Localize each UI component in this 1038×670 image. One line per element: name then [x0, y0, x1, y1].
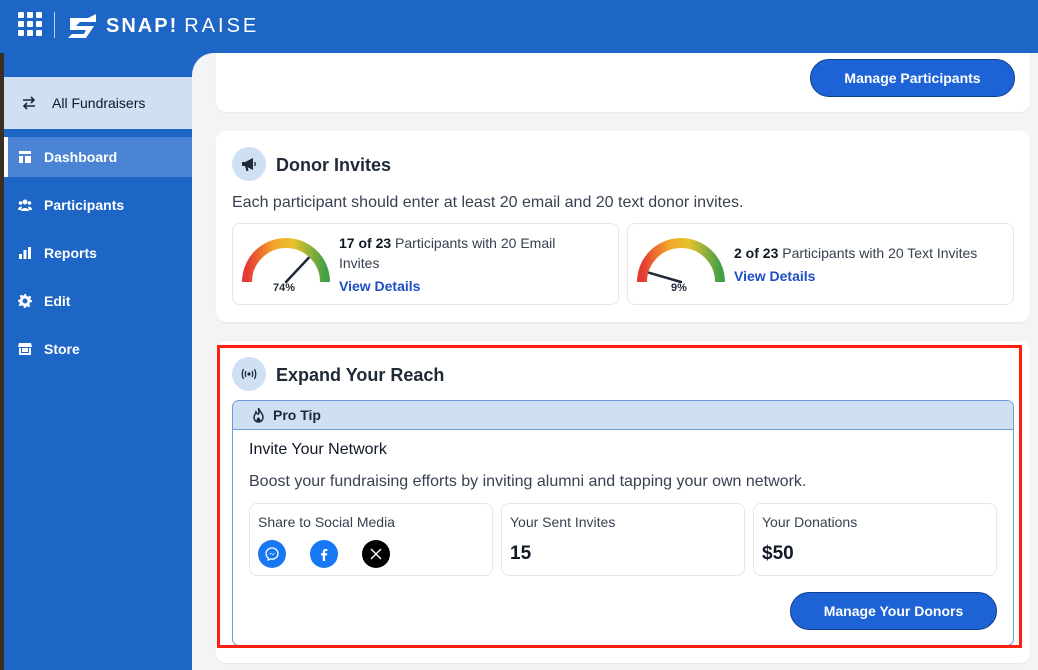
invite-network-description: Boost your fundraising efforts by inviti… [249, 473, 807, 490]
text-gauge-percent: 9% [671, 282, 687, 294]
sent-invites-panel: Your Sent Invites 15 [501, 503, 745, 576]
invite-network-title: Invite Your Network [249, 441, 387, 458]
text-view-details-link[interactable]: View Details [734, 268, 815, 284]
swap-arrows-icon [20, 94, 38, 112]
manage-participants-button[interactable]: Manage Participants [810, 59, 1015, 97]
sidebar-item-label: Reports [44, 245, 97, 261]
sidebar-item-label: Store [44, 341, 80, 357]
share-social-panel: Share to Social Media [249, 503, 493, 576]
email-gauge-percent: 74% [273, 282, 296, 294]
sidebar-item-label: Participants [44, 197, 125, 213]
store-icon [18, 342, 32, 356]
dashboard-icon [18, 150, 32, 164]
all-fundraisers-label: All Fundraisers [52, 95, 146, 111]
reports-icon [18, 246, 32, 260]
sidebar-item-dashboard[interactable]: Dashboard [4, 137, 192, 177]
donations-value: $50 [762, 543, 794, 564]
brand-name: SNAP! RAISE [106, 14, 260, 37]
facebook-icon[interactable] [310, 540, 338, 568]
email-invites-stat: 74% 17 of 23 Participants with 20 Email … [232, 223, 619, 305]
all-fundraisers-switcher[interactable]: All Fundraisers [4, 77, 192, 129]
text-invites-text: Participants with 20 Text Invites [778, 245, 978, 261]
sidebar-item-label: Dashboard [44, 149, 118, 165]
donor-invites-title: Donor Invites [276, 155, 392, 175]
donor-invites-description: Each participant should enter at least 2… [232, 194, 744, 211]
email-invites-summary: 17 of 23 Participants with 20 Email Invi… [339, 233, 599, 273]
email-gauge-needle [284, 256, 310, 284]
x-twitter-icon[interactable] [362, 540, 390, 568]
text-invites-summary: 2 of 23 Participants with 20 Text Invite… [734, 243, 1009, 263]
sidebar-item-edit[interactable]: Edit [4, 281, 192, 321]
participants-icon [18, 198, 32, 212]
share-social-label: Share to Social Media [258, 514, 395, 530]
donations-panel: Your Donations $50 [753, 503, 997, 576]
topbar-divider [54, 12, 55, 38]
sent-invites-label: Your Sent Invites [510, 514, 616, 530]
sidebar-item-label: Edit [44, 293, 71, 309]
sidebar-item-participants[interactable]: Participants [4, 185, 192, 225]
text-invites-count: 2 of 23 [734, 245, 779, 261]
fire-icon [253, 407, 264, 423]
sent-invites-value: 15 [510, 543, 532, 564]
megaphone-icon [232, 147, 266, 181]
messenger-icon[interactable] [258, 540, 286, 568]
pro-tip-header: Pro Tip [233, 401, 1013, 430]
top-bar: SNAP! RAISE [0, 0, 1038, 53]
sidebar-item-reports[interactable]: Reports [4, 233, 192, 273]
email-view-details-link[interactable]: View Details [339, 278, 420, 294]
pro-tip-label: Pro Tip [273, 407, 321, 423]
sidebar-item-store[interactable]: Store [4, 329, 192, 369]
donations-label: Your Donations [762, 514, 858, 530]
manage-donors-button[interactable]: Manage Your Donors [790, 592, 997, 630]
snap-raise-logo[interactable]: SNAP! RAISE [66, 11, 259, 41]
app-grid-icon[interactable] [18, 12, 42, 36]
email-invites-count: 17 of 23 [339, 235, 392, 251]
snap-logo-icon [68, 14, 96, 38]
gear-icon [18, 294, 32, 308]
broadcast-icon [232, 357, 266, 391]
text-gauge-needle [648, 271, 683, 284]
expand-reach-title: Expand Your Reach [276, 365, 445, 385]
text-invites-stat: 9% 2 of 23 Participants with 20 Text Inv… [627, 223, 1014, 305]
